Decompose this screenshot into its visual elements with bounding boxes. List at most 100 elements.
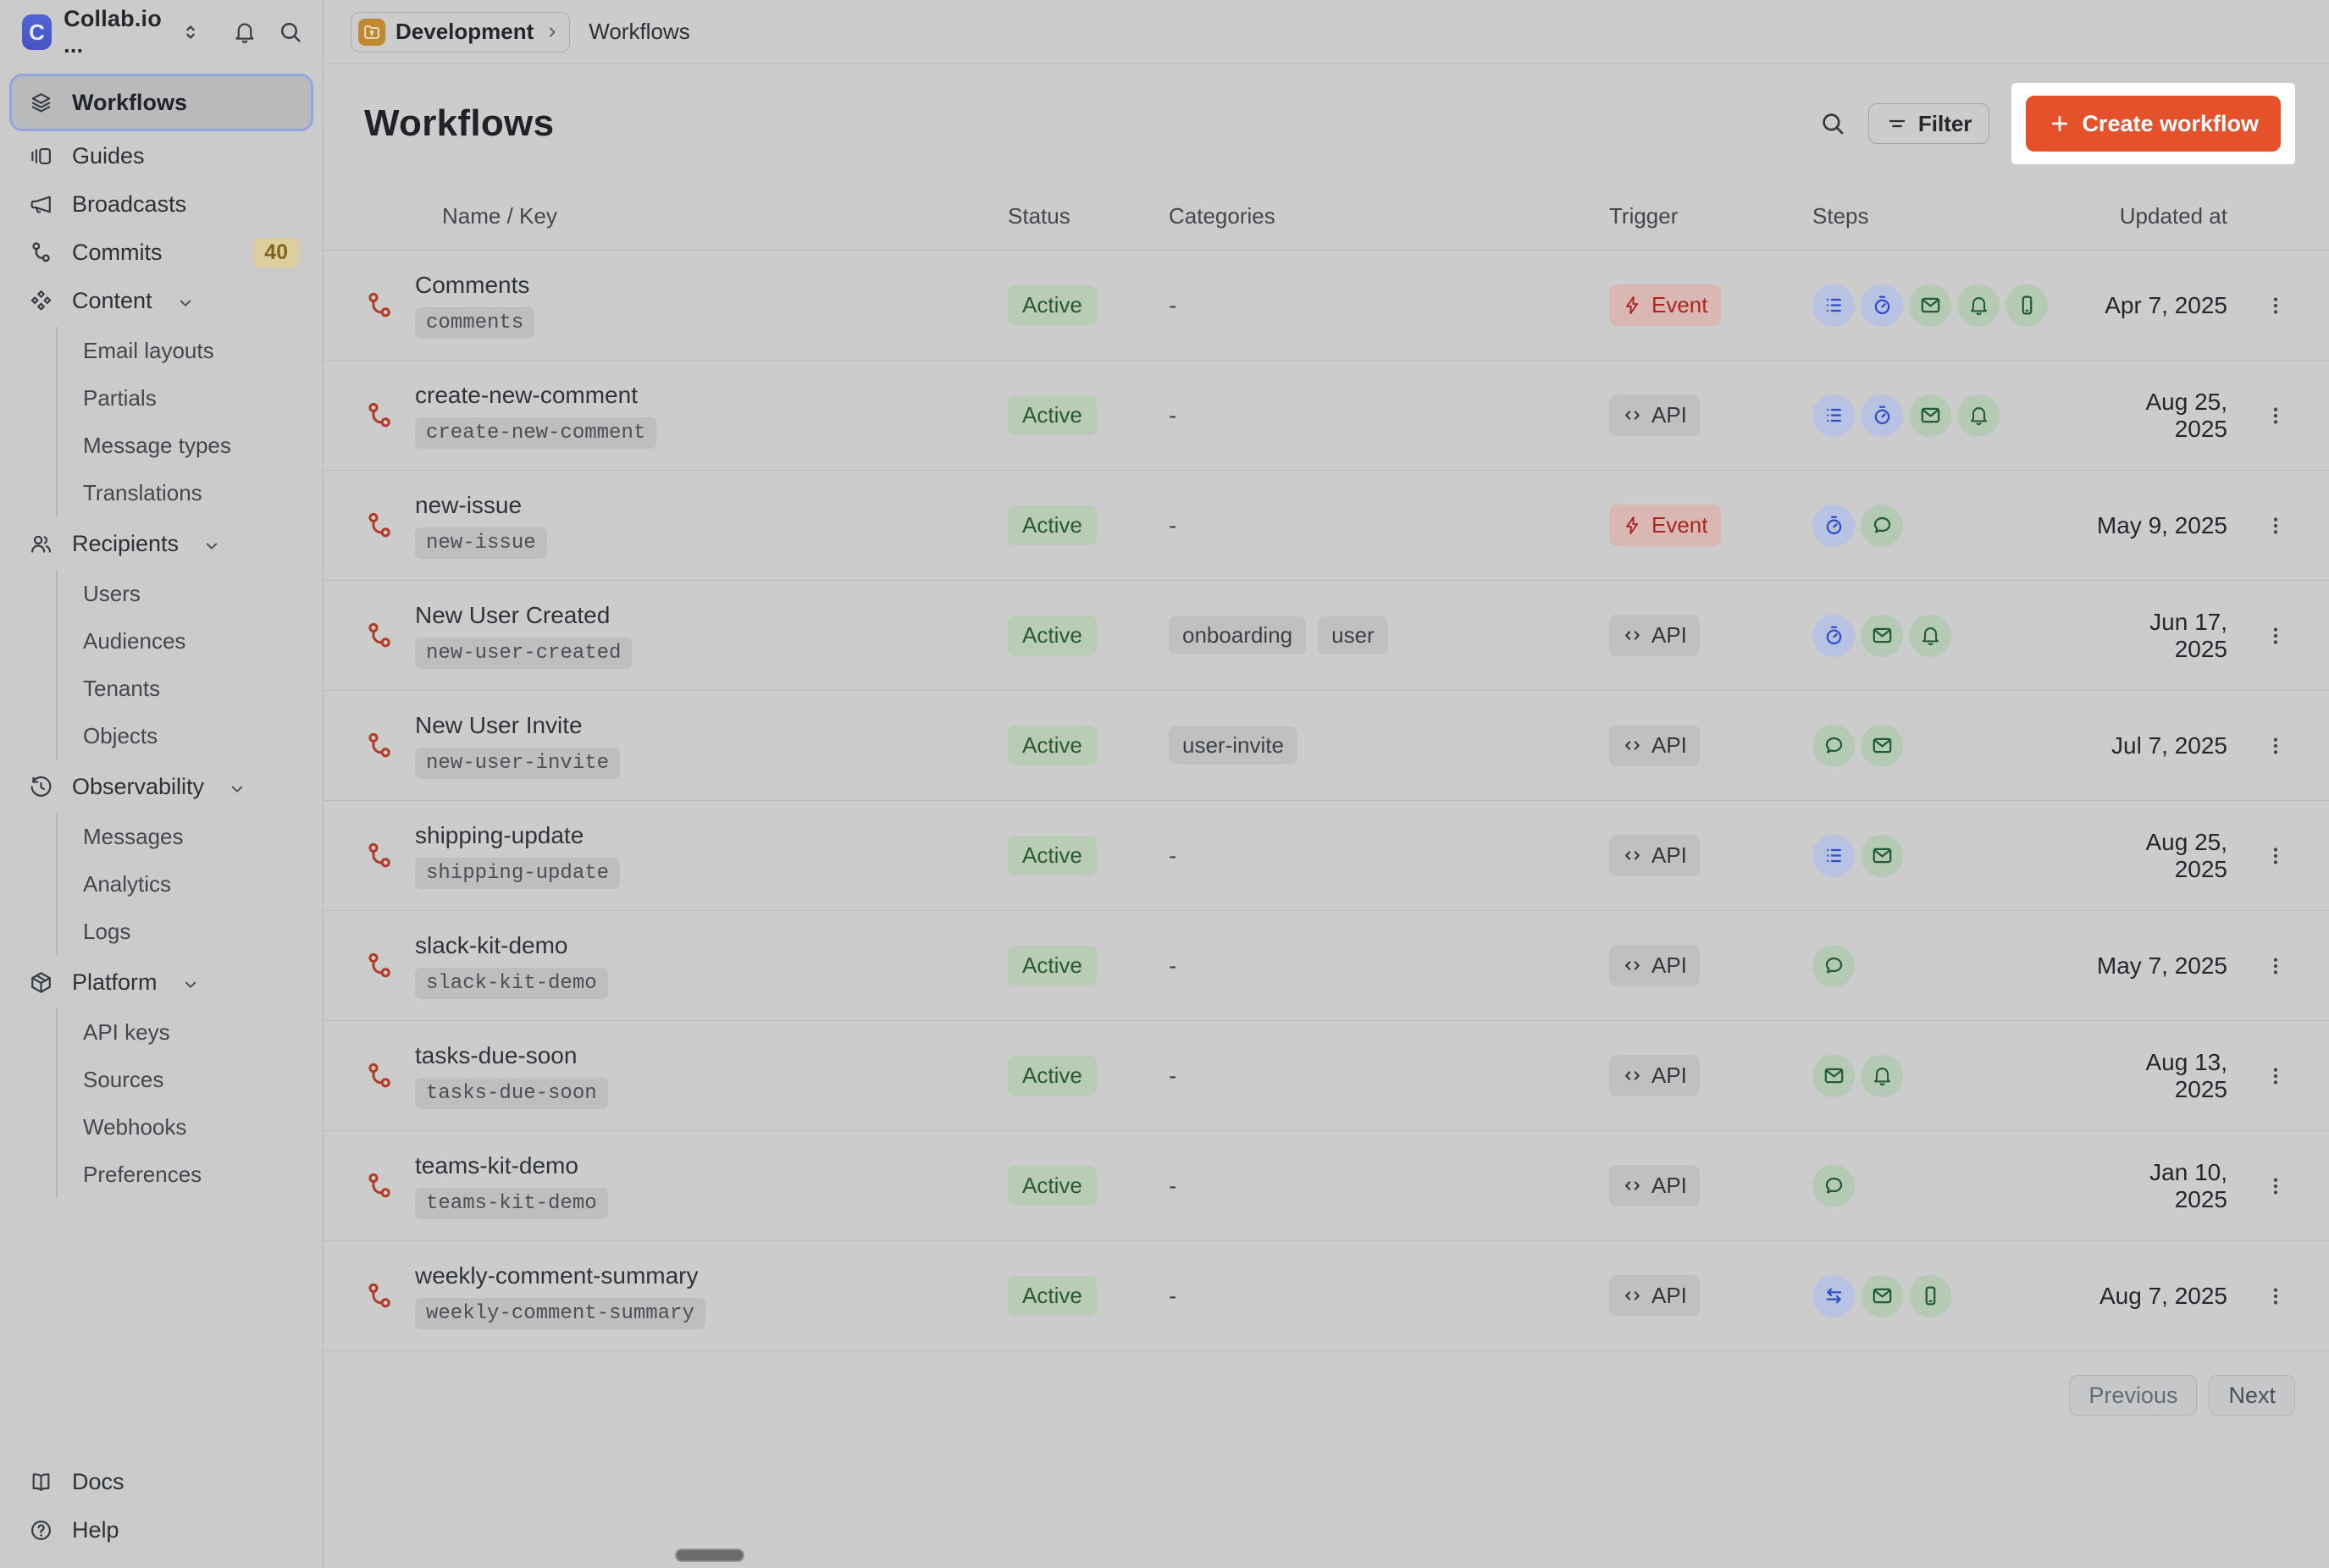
sidebar-item-content[interactable]: Content — [12, 277, 311, 325]
name-key-cell: shipping-update shipping-update — [364, 822, 1008, 889]
sidebar-item-commits[interactable]: Commits40 — [12, 229, 311, 277]
code-icon — [1622, 845, 1643, 866]
trigger-label: Event — [1651, 292, 1708, 318]
row-menu-button[interactable] — [2256, 1161, 2295, 1212]
row-menu-button[interactable] — [2256, 721, 2295, 771]
sidebar-search-button[interactable] — [274, 16, 307, 48]
sidebar-item-broadcasts[interactable]: Broadcasts — [12, 180, 311, 229]
table-row-new-issue[interactable]: new-issue new-issue Active - Event May 9… — [324, 471, 2329, 581]
step-email-icon — [1861, 615, 1903, 657]
sidebar-item-preferences[interactable]: Preferences — [75, 1151, 311, 1198]
column-header-categories: Categories — [1169, 203, 1609, 229]
name-key-cell: tasks-due-soon tasks-due-soon — [364, 1042, 1008, 1109]
sidebar-item-label: Guides — [72, 143, 145, 169]
trigger-badge: API — [1609, 1055, 1700, 1096]
trigger-badge: API — [1609, 945, 1700, 986]
kebab-icon — [2265, 955, 2287, 977]
sidebar-item-api-keys[interactable]: API keys — [75, 1008, 311, 1056]
breadcrumb-page-label: Workflows — [589, 19, 689, 45]
create-workflow-button[interactable]: Create workflow — [2026, 96, 2281, 152]
status-cell: Active — [1008, 1166, 1169, 1206]
updated-at-cell: Aug 25, 2025 — [2092, 829, 2227, 883]
table-row-slack-kit-demo[interactable]: slack-kit-demo slack-kit-demo Active - A… — [324, 911, 2329, 1021]
table-row-teams-kit-demo[interactable]: teams-kit-demo teams-kit-demo Active - A… — [324, 1131, 2329, 1241]
trigger-label: API — [1651, 842, 1687, 869]
workflow-key: new-issue — [415, 527, 547, 559]
sidebar-item-recipients[interactable]: Recipients — [12, 520, 311, 568]
updated-at-cell: Aug 7, 2025 — [2092, 1283, 2227, 1310]
row-menu-button[interactable] — [2256, 390, 2295, 441]
workflow-key: tasks-due-soon — [415, 1078, 608, 1109]
workflow-icon — [364, 841, 395, 871]
sidebar-item-sources[interactable]: Sources — [75, 1056, 311, 1103]
table-row-comments[interactable]: Comments comments Active - Event Apr 7, … — [324, 251, 2329, 361]
notifications-button[interactable] — [229, 16, 261, 48]
step-phone-icon — [1909, 1275, 1951, 1317]
sidebar-item-users[interactable]: Users — [75, 570, 311, 617]
row-menu-button[interactable] — [2256, 1271, 2295, 1322]
sidebar-item-translations[interactable]: Translations — [75, 469, 311, 516]
sidebar-item-tenants[interactable]: Tenants — [75, 665, 311, 712]
step-timer-icon — [1812, 615, 1855, 657]
code-icon — [1622, 1065, 1643, 1086]
table-row-tasks-due-soon[interactable]: tasks-due-soon tasks-due-soon Active - A… — [324, 1021, 2329, 1131]
environment-switcher[interactable]: Development — [351, 12, 570, 52]
sidebar-item-messages[interactable]: Messages — [75, 813, 311, 860]
chevron-down-icon — [176, 292, 195, 311]
filter-button[interactable]: Filter — [1868, 103, 1990, 144]
table-row-weekly-comment-summary[interactable]: weekly-comment-summary weekly-comment-su… — [324, 1241, 2329, 1351]
sidebar-item-docs[interactable]: Docs — [12, 1458, 311, 1506]
row-menu-button[interactable] — [2256, 941, 2295, 991]
previous-page-button[interactable]: Previous — [2069, 1375, 2197, 1416]
workflow-name: shipping-update — [415, 822, 584, 849]
row-menu-button[interactable] — [2256, 500, 2295, 551]
next-page-button[interactable]: Next — [2209, 1375, 2295, 1416]
sidebar-item-analytics[interactable]: Analytics — [75, 860, 311, 908]
header-actions: Filter Create workflow — [1816, 83, 2295, 164]
sidebar-item-label: Recipients — [72, 531, 179, 557]
table-row-new-user-created[interactable]: New User Created new-user-created Active… — [324, 581, 2329, 691]
org-switcher[interactable]: C Collab.io ... — [22, 6, 202, 58]
org-logo: C — [22, 14, 52, 50]
sidebar-item-logs[interactable]: Logs — [75, 908, 311, 955]
main-area: Development Workflows Workflows Filter C… — [324, 0, 2329, 1568]
table-row-new-user-invite[interactable]: New User Invite new-user-invite Active u… — [324, 691, 2329, 801]
name-key-cell: slack-kit-demo slack-kit-demo — [364, 932, 1008, 999]
sidebar-item-email-layouts[interactable]: Email layouts — [75, 327, 311, 374]
workflow-name: slack-kit-demo — [415, 932, 567, 959]
row-menu-button[interactable] — [2256, 280, 2295, 331]
recipients-icon — [29, 532, 53, 556]
categories-cell: - — [1169, 1173, 1609, 1200]
sidebar-item-message-types[interactable]: Message types — [75, 422, 311, 469]
name-key-cell: new-issue new-issue — [364, 492, 1008, 559]
row-menu-button[interactable] — [2256, 610, 2295, 661]
row-menu-button[interactable] — [2256, 1051, 2295, 1101]
sidebar-item-help[interactable]: Help — [12, 1506, 311, 1554]
column-header-steps: Steps — [1812, 203, 2092, 229]
sidebar-item-partials[interactable]: Partials — [75, 374, 311, 422]
table-row-shipping-update[interactable]: shipping-update shipping-update Active -… — [324, 801, 2329, 911]
chevron-right-icon — [544, 24, 561, 41]
table-row-create-new-comment[interactable]: create-new-comment create-new-comment Ac… — [324, 361, 2329, 471]
trigger-label: API — [1651, 952, 1687, 979]
status-badge: Active — [1008, 395, 1097, 435]
horizontal-scrollbar-thumb[interactable] — [675, 1549, 744, 1562]
empty-categories-dash: - — [1169, 1283, 1176, 1310]
sidebar-item-objects[interactable]: Objects — [75, 712, 311, 759]
status-cell: Active — [1008, 946, 1169, 986]
sidebar-item-workflows[interactable]: Workflows — [12, 76, 311, 129]
sidebar-item-guides[interactable]: Guides — [12, 132, 311, 180]
history-icon — [29, 775, 53, 799]
trigger-badge: API — [1609, 1165, 1700, 1206]
kebab-icon — [2265, 1175, 2287, 1197]
row-menu-button[interactable] — [2256, 831, 2295, 881]
sidebar-item-observability[interactable]: Observability — [12, 763, 311, 811]
sidebar-item-platform[interactable]: Platform — [12, 958, 311, 1007]
table-search-button[interactable] — [1816, 107, 1850, 141]
sidebar-item-webhooks[interactable]: Webhooks — [75, 1103, 311, 1151]
sidebar-item-audiences[interactable]: Audiences — [75, 617, 311, 665]
code-icon — [1622, 735, 1643, 756]
updated-at-cell: May 9, 2025 — [2092, 512, 2227, 539]
trigger-cell: Event — [1609, 505, 1812, 546]
empty-categories-dash: - — [1169, 402, 1176, 429]
